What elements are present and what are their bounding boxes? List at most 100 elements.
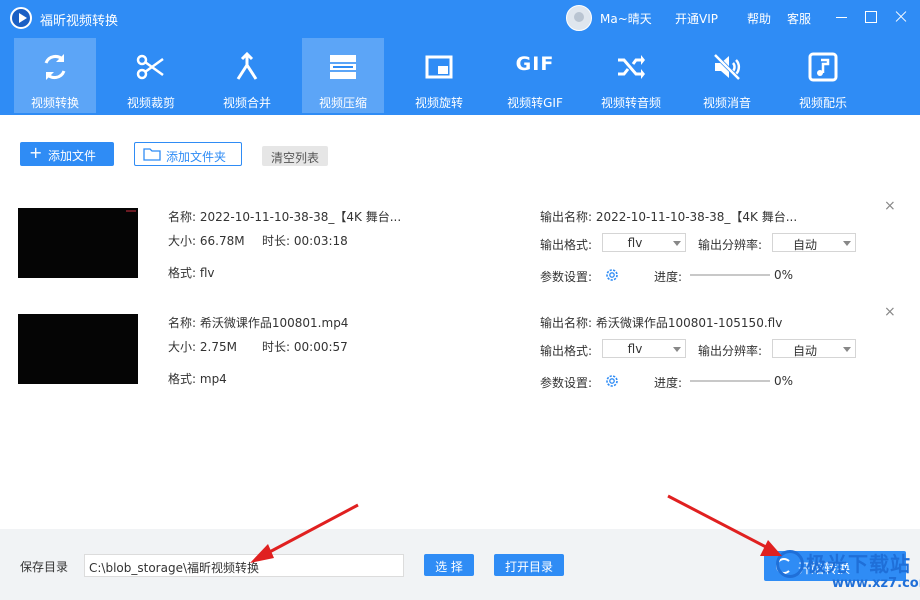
file-format: 格式: mp4 bbox=[168, 372, 227, 386]
output-name: 输出名称: 希沃微课作品100801-105150.flv bbox=[540, 316, 783, 330]
add-folder-button[interactable]: 添加文件夹 bbox=[134, 142, 242, 166]
clear-list-button[interactable]: 清空列表 bbox=[262, 146, 328, 166]
save-dir-field[interactable]: C:\blob_storage\福昕视频转换 bbox=[84, 554, 404, 577]
file-name-value: 2022-10-11-10-38-38_【4K 舞台... bbox=[199, 210, 402, 224]
tool-video-cut[interactable]: 视频裁剪 bbox=[110, 38, 192, 113]
maximize-icon[interactable] bbox=[862, 8, 880, 26]
tool-label: 视频转换 bbox=[30, 96, 79, 110]
tool-label: 视频压缩 bbox=[318, 96, 367, 110]
file-format-value: mp4 bbox=[199, 372, 227, 386]
add-folder-label: 添加文件夹 bbox=[166, 150, 227, 164]
file-size: 大小: 2.75M bbox=[168, 340, 237, 354]
gear-icon[interactable] bbox=[604, 267, 620, 283]
tool-video-compress[interactable]: 视频压缩 bbox=[302, 38, 384, 113]
tool-label: 视频转GIF bbox=[507, 96, 563, 110]
output-name-value: 希沃微课作品100801-105150.flv bbox=[595, 316, 783, 330]
plus-icon: + bbox=[29, 143, 43, 162]
merge-icon bbox=[236, 51, 258, 80]
output-resolution-select[interactable]: 自动 bbox=[772, 233, 856, 252]
file-duration: 时长: 00:03:18 bbox=[262, 234, 348, 248]
tool-label: 视频合并 bbox=[222, 96, 271, 110]
file-duration-value: 00:00:57 bbox=[293, 340, 348, 354]
minimize-icon[interactable] bbox=[833, 8, 851, 26]
tool-label: 视频配乐 bbox=[798, 96, 847, 110]
remove-item-icon[interactable]: × bbox=[884, 199, 896, 213]
output-format-label: 输出格式: bbox=[540, 238, 593, 252]
file-format-value: flv bbox=[199, 266, 215, 280]
progress-label: 进度: bbox=[654, 270, 683, 284]
output-resolution-label: 输出分辨率: bbox=[698, 238, 763, 252]
watermark-url: www.xz7.com bbox=[832, 576, 920, 591]
compress-icon bbox=[330, 55, 356, 79]
progress-label: 进度: bbox=[654, 376, 683, 390]
file-name: 名称: 希沃微课作品100801.mp4 bbox=[168, 316, 349, 330]
open-dir-label: 打开目录 bbox=[504, 560, 553, 574]
params-label: 参数设置: bbox=[540, 376, 593, 390]
remove-item-icon[interactable]: × bbox=[884, 305, 896, 319]
tool-video-music[interactable]: 视频配乐 bbox=[782, 38, 864, 113]
tool-label: 视频旋转 bbox=[414, 96, 463, 110]
output-format-select[interactable]: flv bbox=[602, 233, 686, 252]
open-dir-button[interactable]: 打开目录 bbox=[494, 554, 564, 576]
progress-value: 0% bbox=[774, 374, 794, 388]
watermark-text: 极光下载站 bbox=[806, 552, 911, 576]
output-format-select[interactable]: flv bbox=[602, 339, 686, 358]
tool-video-rotate[interactable]: 视频旋转 bbox=[398, 38, 480, 113]
progress-bar bbox=[690, 274, 770, 276]
output-resolution-select[interactable]: 自动 bbox=[772, 339, 856, 358]
title-bar: 福昕视频转换 Ma~晴天 开通VIP 帮助 客服 bbox=[0, 0, 920, 36]
file-duration-value: 00:03:18 bbox=[293, 234, 348, 248]
output-name: 输出名称: 2022-10-11-10-38-38_【4K 舞台... bbox=[540, 210, 798, 224]
rotate-icon bbox=[425, 55, 453, 79]
file-duration: 时长: 00:00:57 bbox=[262, 340, 348, 354]
music-icon bbox=[808, 52, 838, 82]
progress-value: 0% bbox=[774, 268, 794, 282]
gear-icon[interactable] bbox=[604, 373, 620, 389]
tool-video-mute[interactable]: 视频消音 bbox=[686, 38, 768, 113]
progress-bar bbox=[690, 380, 770, 382]
choose-label: 选 择 bbox=[435, 560, 463, 574]
chevron-down-icon bbox=[843, 347, 851, 352]
tool-video-to-gif[interactable]: GIF 视频转GIF bbox=[494, 38, 576, 113]
watermark: 极光下载站 www.xz7.com bbox=[774, 546, 920, 600]
user-name[interactable]: Ma~晴天 bbox=[600, 10, 652, 27]
feature-toolbar: 视频转换 视频裁剪 视频合并 视频压缩 视频旋转 GIF 视频转GIF 视频转音… bbox=[0, 36, 920, 115]
help-link[interactable]: 帮助 bbox=[747, 10, 771, 27]
output-resolution-label: 输出分辨率: bbox=[698, 344, 763, 358]
tool-video-to-audio[interactable]: 视频转音频 bbox=[590, 38, 672, 113]
file-name: 名称: 2022-10-11-10-38-38_【4K 舞台... bbox=[168, 210, 402, 224]
choose-button[interactable]: 选 择 bbox=[424, 554, 474, 576]
tool-video-merge[interactable]: 视频合并 bbox=[206, 38, 288, 113]
chevron-down-icon bbox=[843, 241, 851, 246]
gif-icon: GIF bbox=[515, 53, 555, 75]
list-item: 名称: 2022-10-11-10-38-38_【4K 舞台... 大小: 66… bbox=[0, 196, 920, 300]
vip-link[interactable]: 开通VIP bbox=[675, 10, 718, 27]
chevron-down-icon bbox=[673, 347, 681, 352]
save-dir-label: 保存目录 bbox=[20, 560, 69, 574]
clear-list-label: 清空列表 bbox=[270, 151, 319, 165]
tool-label: 视频转音频 bbox=[600, 96, 661, 110]
output-format-label: 输出格式: bbox=[540, 344, 593, 358]
tool-label: 视频消音 bbox=[702, 96, 751, 110]
close-icon[interactable] bbox=[892, 8, 910, 26]
add-file-label: 添加文件 bbox=[48, 149, 97, 163]
service-link[interactable]: 客服 bbox=[787, 10, 811, 27]
chevron-down-icon bbox=[673, 241, 681, 246]
file-size-value: 66.78M bbox=[199, 234, 245, 248]
app-title: 福昕视频转换 bbox=[40, 14, 119, 29]
folder-icon bbox=[143, 148, 161, 161]
tool-video-convert[interactable]: 视频转换 bbox=[14, 38, 96, 113]
avatar[interactable] bbox=[566, 5, 592, 31]
file-size-value: 2.75M bbox=[199, 340, 237, 354]
convert-icon bbox=[44, 54, 66, 80]
video-thumbnail bbox=[18, 208, 138, 278]
file-size: 大小: 66.78M bbox=[168, 234, 245, 248]
watermark-logo-icon bbox=[776, 550, 804, 578]
output-name-value: 2022-10-11-10-38-38_【4K 舞台... bbox=[595, 210, 798, 224]
file-format: 格式: flv bbox=[168, 266, 215, 280]
video-thumbnail bbox=[18, 314, 138, 384]
mute-icon bbox=[713, 53, 741, 81]
params-label: 参数设置: bbox=[540, 270, 593, 284]
add-file-button[interactable]: + 添加文件 bbox=[20, 142, 114, 166]
tool-label: 视频裁剪 bbox=[126, 96, 175, 110]
